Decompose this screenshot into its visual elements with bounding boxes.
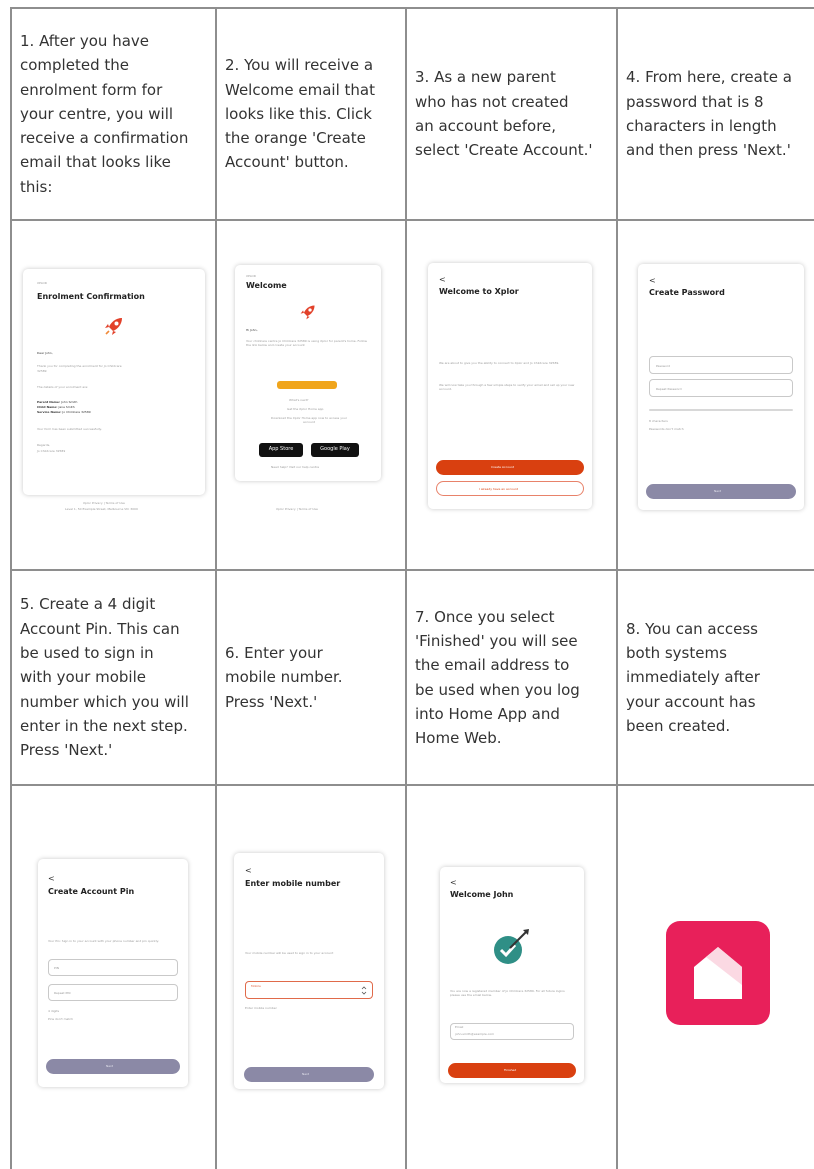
welcome-to-xplor-screenshot: < Welcome to Xplor We are about to give … xyxy=(428,263,592,509)
screen-title: Welcome John xyxy=(450,890,514,899)
next-button[interactable]: Next xyxy=(646,484,796,499)
step-1-text: 1. After you have completed the enrolmen… xyxy=(20,31,189,196)
google-play-badge[interactable]: Google Play xyxy=(311,443,359,457)
step-6-text: 6. Enter your mobile number. Press 'Next… xyxy=(225,644,343,711)
mobile-number-input[interactable]: Mobile xyxy=(245,981,373,999)
table-border xyxy=(10,784,814,786)
create-account-pin-screenshot: < Create Account Pin Your Pin: Sign in t… xyxy=(38,859,188,1087)
step-7-text: 7. Once you select 'Finished' you will s… xyxy=(415,607,580,748)
enter-mobile-number-screenshot: < Enter mobile number Your mobile number… xyxy=(234,853,384,1089)
screen-title: Welcome to Xplor xyxy=(439,287,519,296)
next-button[interactable]: Next xyxy=(244,1067,374,1082)
password-input[interactable]: Password xyxy=(649,356,793,374)
steps-table: 1. After you have completed the enrolmen… xyxy=(10,7,814,1169)
screen-title: Enrolment Confirmation xyxy=(37,292,145,301)
back-icon[interactable]: < xyxy=(245,867,252,875)
existing-account-button[interactable]: I already have an account xyxy=(436,481,584,496)
house-icon xyxy=(694,947,742,999)
step-5-text: 5. Create a 4 digit Account Pin. This ca… xyxy=(20,595,189,760)
home-app-icon xyxy=(666,921,770,1025)
back-icon[interactable]: < xyxy=(649,277,656,285)
table-border xyxy=(10,219,814,221)
strength-meter xyxy=(649,409,793,411)
step-8-text: 8. You can access both systems immediate… xyxy=(626,619,760,735)
email-field: Email john.smith@example.com xyxy=(450,1023,574,1040)
app-store-badge[interactable]: App Store xyxy=(259,443,303,457)
pin-input[interactable]: PIN xyxy=(48,959,178,976)
back-icon[interactable]: < xyxy=(450,879,457,887)
finished-button[interactable]: Finished xyxy=(448,1063,576,1078)
welcome-email-screenshot: XPLOR Welcome Hi John, Your childcare ce… xyxy=(235,265,381,481)
welcome-john-screenshot: < Welcome John You are now a registered … xyxy=(440,867,584,1083)
step-4-text: 4. From here, create a password that is … xyxy=(626,68,792,160)
back-icon[interactable]: < xyxy=(439,276,446,284)
screen-title: Enter mobile number xyxy=(245,879,341,888)
back-icon[interactable]: < xyxy=(48,875,55,883)
enrolment-confirmation-screenshot: XPLOR Enrolment Confirmation Dear John, … xyxy=(23,269,205,495)
screen-title: Create Account Pin xyxy=(48,887,135,896)
rocket-icon xyxy=(300,305,315,320)
stepper-icon xyxy=(361,986,367,995)
step-3-text: 3. As a new parent who has not created a… xyxy=(415,68,593,160)
target-check-icon xyxy=(494,929,529,964)
next-button[interactable]: Next xyxy=(46,1059,180,1074)
screen-title: Welcome xyxy=(246,281,287,290)
repeat-password-input[interactable]: Repeat Password xyxy=(649,379,793,397)
create-password-screenshot: < Create Password Password Repeat Passwo… xyxy=(638,264,804,510)
create-account-button[interactable] xyxy=(277,381,337,389)
step-2-text: 2. You will receive a Welcome email that… xyxy=(225,56,375,172)
rocket-icon xyxy=(105,318,122,335)
repeat-pin-input[interactable]: Repeat PIN xyxy=(48,984,178,1001)
create-account-button[interactable]: Create Account xyxy=(436,460,584,475)
screen-title: Create Password xyxy=(649,288,725,297)
